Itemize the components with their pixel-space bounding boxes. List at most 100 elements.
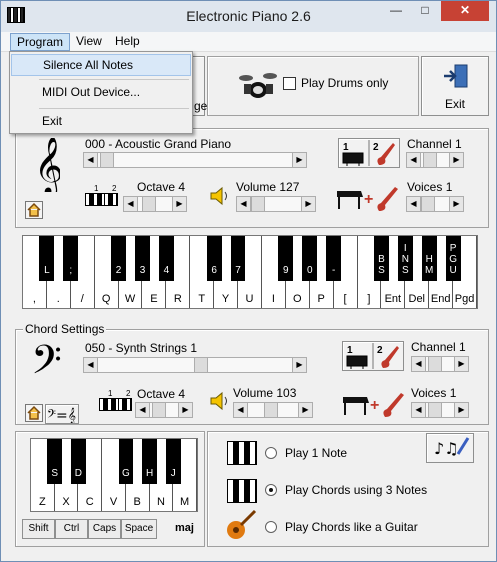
volume-slider-thumb[interactable] bbox=[251, 197, 265, 211]
instrument-slider-thumb[interactable] bbox=[194, 358, 208, 372]
chord-black-key[interactable]: D bbox=[71, 439, 86, 484]
scroll-left-icon[interactable]: ◀ bbox=[234, 403, 248, 417]
scroll-right-icon[interactable]: ▶ bbox=[454, 357, 468, 371]
octave-slider-top[interactable]: ◀ ▶ bbox=[123, 196, 187, 212]
scroll-left-icon[interactable]: ◀ bbox=[412, 357, 426, 371]
home-button-top[interactable] bbox=[25, 201, 43, 219]
exit-toolbar-button[interactable]: Exit bbox=[421, 56, 489, 116]
menu-help[interactable]: Help bbox=[109, 33, 146, 51]
channel-slider-thumb[interactable] bbox=[423, 153, 437, 167]
scroll-right-icon[interactable]: ▶ bbox=[301, 197, 315, 211]
modifier-space-button[interactable]: Space bbox=[121, 519, 157, 539]
menu-item-exit[interactable]: Exit bbox=[11, 111, 191, 133]
top-black-key[interactable]: 7 bbox=[230, 236, 246, 281]
chord-black-key[interactable]: G bbox=[118, 439, 134, 484]
scroll-right-icon[interactable]: ▶ bbox=[292, 358, 306, 372]
modifier-caps-button[interactable]: Caps bbox=[88, 519, 121, 539]
voices-slider-thumb[interactable] bbox=[428, 403, 442, 417]
menu-item-silence-all-notes[interactable]: Silence All Notes bbox=[11, 54, 191, 76]
instrument-select-buttons-chord[interactable]: 1 2 bbox=[342, 341, 404, 371]
clef-swap-icon: 𝄢=𝄞 bbox=[47, 408, 76, 424]
scroll-right-icon[interactable]: ▶ bbox=[449, 197, 463, 211]
scroll-left-icon[interactable]: ◀ bbox=[124, 197, 138, 211]
top-black-key[interactable]: PGU bbox=[445, 236, 461, 281]
minimize-button[interactable]: — bbox=[382, 1, 410, 21]
modifier-ctrl-button[interactable]: Ctrl bbox=[55, 519, 88, 539]
menu-program[interactable]: Program bbox=[10, 33, 71, 51]
instrument-slider-top[interactable]: ◀ ▶ bbox=[83, 152, 307, 168]
piano-plus-guitar-icon: + bbox=[343, 393, 404, 417]
home-button-chord[interactable] bbox=[25, 404, 43, 422]
key-label: X bbox=[62, 496, 70, 508]
option-play-chords-3-notes[interactable]: Play Chords using 3 Notes bbox=[285, 483, 427, 497]
top-black-key[interactable]: L bbox=[39, 236, 55, 281]
scroll-left-icon[interactable]: ◀ bbox=[84, 153, 98, 167]
key-label: E bbox=[150, 293, 158, 305]
chord-black-key[interactable]: S bbox=[47, 439, 63, 484]
scroll-right-icon[interactable]: ▶ bbox=[298, 403, 312, 417]
option-play-1-note[interactable]: Play 1 Note bbox=[285, 446, 347, 460]
top-black-key[interactable]: HM bbox=[421, 236, 437, 281]
menu-item-midi-out-device[interactable]: MIDI Out Device... bbox=[11, 82, 191, 104]
voices-slider-top[interactable]: ◀ ▶ bbox=[406, 196, 464, 212]
scroll-left-icon[interactable]: ◀ bbox=[412, 403, 426, 417]
chord-black-key[interactable]: J bbox=[165, 439, 181, 484]
octave-keyboard-icon bbox=[85, 193, 118, 206]
volume-slider-chord[interactable]: ◀ ▶ bbox=[233, 402, 313, 418]
instrument-slider-chord[interactable]: ◀ ▶ bbox=[83, 357, 307, 373]
top-black-key[interactable]: 9 bbox=[278, 236, 294, 281]
top-black-key[interactable]: INS bbox=[397, 236, 413, 281]
scroll-right-icon[interactable]: ▶ bbox=[454, 403, 468, 417]
key-label: 0 bbox=[306, 264, 313, 276]
drums-panel: Play Drums only bbox=[207, 56, 419, 116]
channel-slider-thumb[interactable] bbox=[428, 357, 442, 371]
octave-tab-2: 2 bbox=[112, 184, 117, 193]
top-black-key[interactable]: 6 bbox=[206, 236, 222, 281]
scroll-right-icon[interactable]: ▶ bbox=[172, 197, 186, 211]
octave-slider-thumb[interactable] bbox=[152, 403, 166, 417]
option-play-chords-guitar[interactable]: Play Chords like a Guitar bbox=[285, 520, 418, 534]
octave-slider-chord[interactable]: ◀ ▶ bbox=[135, 402, 193, 418]
scroll-left-icon[interactable]: ◀ bbox=[84, 358, 98, 372]
voices-label-top: Voices 1 bbox=[407, 180, 453, 194]
scroll-right-icon[interactable]: ▶ bbox=[178, 403, 192, 417]
voices-slider-chord[interactable]: ◀ ▶ bbox=[411, 402, 469, 418]
clef-swap-button[interactable]: 𝄢=𝄞 bbox=[45, 404, 79, 424]
radio-play-chords-guitar[interactable] bbox=[265, 521, 277, 533]
program-dropdown-menu: Silence All Notes MIDI Out Device... Exi… bbox=[9, 51, 193, 134]
top-black-key[interactable]: 4 bbox=[158, 236, 174, 281]
voices-slider-thumb[interactable] bbox=[421, 197, 435, 211]
key-label: - bbox=[331, 264, 336, 276]
channel-slider-chord[interactable]: ◀ ▶ bbox=[411, 356, 469, 372]
chord-sound-button[interactable]: ♪♫ bbox=[426, 433, 474, 463]
menu-view[interactable]: View bbox=[70, 33, 108, 51]
scroll-left-icon[interactable]: ◀ bbox=[136, 403, 150, 417]
channel-slider-top[interactable]: ◀ ▶ bbox=[406, 152, 464, 168]
scroll-left-icon[interactable]: ◀ bbox=[407, 153, 421, 167]
scroll-right-icon[interactable]: ▶ bbox=[292, 153, 306, 167]
volume-slider-thumb[interactable] bbox=[264, 403, 278, 417]
key-label: O bbox=[292, 293, 302, 305]
scroll-left-icon[interactable]: ◀ bbox=[407, 197, 421, 211]
top-black-key[interactable]: 3 bbox=[135, 236, 150, 281]
radio-play-chords-3-notes[interactable] bbox=[265, 484, 277, 496]
instrument-select-buttons-top[interactable]: 1 2 bbox=[338, 138, 400, 168]
scroll-right-icon[interactable]: ▶ bbox=[449, 153, 463, 167]
key-label: Pgd bbox=[454, 293, 475, 305]
chord-black-key[interactable]: H bbox=[142, 439, 157, 484]
top-black-key[interactable]: 0 bbox=[302, 236, 318, 281]
close-button[interactable]: ✕ bbox=[441, 1, 489, 21]
top-black-key[interactable]: BS bbox=[374, 236, 389, 281]
maximize-button[interactable]: □ bbox=[411, 1, 439, 21]
instrument-slider-thumb[interactable] bbox=[100, 153, 114, 167]
volume-slider-top[interactable]: ◀ ▶ bbox=[236, 196, 316, 212]
top-black-key[interactable]: ; bbox=[63, 236, 79, 281]
radio-play-1-note[interactable] bbox=[265, 447, 277, 459]
top-black-key[interactable]: 2 bbox=[111, 236, 126, 281]
bass-clef-icon: 𝄢 bbox=[31, 341, 62, 389]
play-drums-only-checkbox[interactable] bbox=[283, 77, 296, 90]
octave-slider-thumb[interactable] bbox=[142, 197, 156, 211]
modifier-shift-button[interactable]: Shift bbox=[22, 519, 55, 539]
top-black-key[interactable]: - bbox=[326, 236, 342, 281]
scroll-left-icon[interactable]: ◀ bbox=[237, 197, 251, 211]
